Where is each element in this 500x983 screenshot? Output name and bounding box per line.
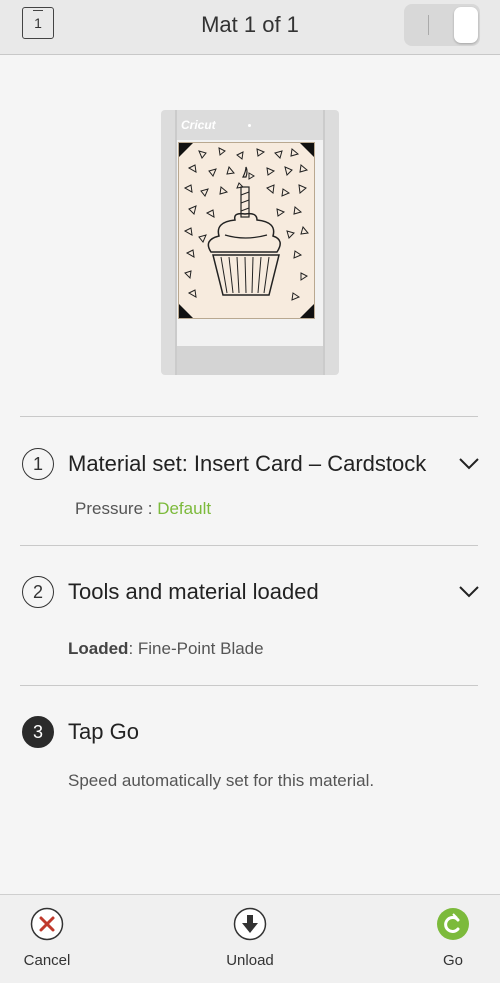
- step-3-title: Tap Go: [68, 719, 139, 744]
- cupcake-card-design: [178, 142, 315, 319]
- step-2-badge: 2: [22, 576, 54, 608]
- bottom-toolbar: Cancel Unload Go: [0, 894, 500, 983]
- step-2-title[interactable]: Tools and material loaded: [68, 579, 319, 605]
- cancel-icon: [30, 907, 64, 941]
- top-bar: 1 Mat 1 of 1: [0, 0, 500, 55]
- loaded-tools: Loaded: Fine-Point Blade: [68, 639, 264, 659]
- go-button[interactable]: Go: [403, 895, 500, 983]
- unload-icon: [233, 907, 267, 941]
- mirror-toggle[interactable]: [404, 4, 480, 46]
- divider: [20, 545, 478, 546]
- loaded-value: : Fine-Point Blade: [128, 639, 264, 658]
- cricut-logo: Cricut: [181, 118, 216, 132]
- chevron-down-icon[interactable]: [458, 457, 480, 471]
- chevron-down-icon[interactable]: [458, 585, 480, 599]
- speed-note: Speed automatically set for this materia…: [68, 771, 375, 790]
- go-icon: [437, 908, 469, 940]
- divider: [20, 416, 478, 417]
- unload-label: Unload: [226, 952, 274, 969]
- pressure-setting: Pressure : Default: [75, 499, 211, 519]
- pressure-value[interactable]: Default: [157, 499, 211, 518]
- go-label: Go: [442, 952, 463, 969]
- step-3-badge: 3: [22, 716, 54, 748]
- unload-button[interactable]: Unload: [200, 895, 300, 983]
- cancel-button[interactable]: Cancel: [0, 895, 97, 983]
- step-1-title[interactable]: Material set: Insert Card – Cardstock: [68, 451, 426, 477]
- loaded-label: Loaded: [68, 639, 129, 658]
- divider: [20, 685, 478, 686]
- cancel-label: Cancel: [23, 952, 71, 969]
- pressure-label: Pressure :: [75, 499, 158, 518]
- mat-preview: Cricut: [161, 110, 339, 375]
- step-1-badge: 1: [22, 448, 54, 480]
- toggle-knob: [454, 7, 478, 43]
